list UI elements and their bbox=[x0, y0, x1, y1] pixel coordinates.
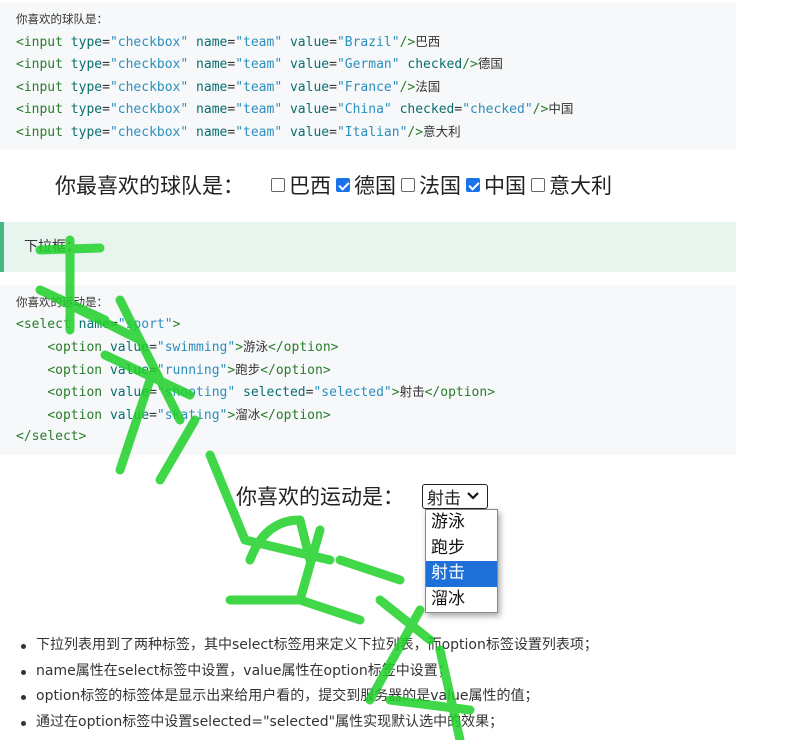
select-option[interactable]: 游泳 bbox=[426, 510, 497, 536]
checkbox-option[interactable]: 巴西 bbox=[266, 170, 331, 200]
checkbox-question: 你最喜欢的球队是： bbox=[55, 174, 244, 198]
code-line: <input type="checkbox" name="team" value… bbox=[16, 33, 441, 50]
code-line: <input type="checkbox" name="team" value… bbox=[16, 123, 461, 140]
code-line: <option value="swimming">游泳</option> bbox=[47, 339, 339, 355]
watermark-stroke bbox=[295, 525, 405, 625]
chevron-down-icon bbox=[467, 489, 479, 504]
select-option[interactable]: 跑步 bbox=[426, 536, 497, 562]
code-line: <select name="sport"> bbox=[16, 316, 181, 332]
code-block-select: 你喜欢的运动是： <select name="sport"> <option v… bbox=[0, 285, 736, 455]
code-line: <option value="running">跑步</option> bbox=[47, 361, 331, 378]
code-line: </select> bbox=[16, 429, 87, 444]
code-line: <option value="shooting" selected="selec… bbox=[47, 384, 496, 400]
select-dropdown-list: 游泳 跑步 射击 溜冰 bbox=[425, 509, 498, 613]
code-block-checkbox: 你喜欢的球队是： <input type="checkbox" name="te… bbox=[0, 2, 736, 149]
checkbox-option[interactable]: 中国 bbox=[461, 170, 526, 200]
code-line: 你喜欢的运动是： bbox=[16, 295, 108, 309]
notes-list: 下拉列表用到了两种标签，其中select标签用来定义下拉列表，而option标签… bbox=[0, 633, 598, 735]
code-line: <input type="checkbox" name="team" value… bbox=[16, 56, 503, 72]
checkbox-label: 中国 bbox=[484, 174, 526, 198]
watermark-stroke bbox=[205, 450, 335, 605]
checkbox-unchecked[interactable] bbox=[401, 178, 415, 192]
list-item: name属性在select标签中设置，value属性在option标签中设置； bbox=[21, 659, 598, 685]
select-option[interactable]: 溜冰 bbox=[426, 587, 497, 613]
checkbox-label: 意大利 bbox=[549, 174, 612, 198]
list-item: 下拉列表用到了两种标签，其中select标签用来定义下拉列表，而option标签… bbox=[21, 633, 598, 659]
checkbox-checked[interactable] bbox=[336, 178, 350, 192]
checkbox-option[interactable]: 法国 bbox=[396, 170, 461, 200]
list-item: 通过在option标签中设置selected="selected"属性实现默认选… bbox=[21, 710, 598, 736]
select-option[interactable]: 射击 bbox=[426, 561, 497, 587]
checkbox-demo: 你最喜欢的球队是： 巴西 德国 法国 中国 意大利 bbox=[55, 170, 612, 200]
code-line: <input type="checkbox" name="team" value… bbox=[16, 101, 574, 117]
code-line: <option value="skating">溜冰</option> bbox=[47, 406, 331, 423]
code-line: 你喜欢的球队是： bbox=[16, 12, 108, 26]
sport-select[interactable]: 射击 bbox=[422, 483, 488, 509]
select-question: 你喜欢的运动是： bbox=[236, 485, 404, 509]
watermark-stroke bbox=[245, 515, 315, 565]
checkbox-label: 法国 bbox=[419, 174, 461, 198]
checkbox-label: 巴西 bbox=[289, 174, 331, 198]
checkbox-option[interactable]: 德国 bbox=[331, 170, 396, 200]
checkbox-unchecked[interactable] bbox=[271, 178, 285, 192]
select-demo: 你喜欢的运动是： 射击 bbox=[236, 481, 488, 511]
checkbox-label: 德国 bbox=[354, 174, 396, 198]
checkbox-option[interactable]: 意大利 bbox=[526, 170, 612, 200]
select-value: 射击 bbox=[427, 488, 461, 509]
list-item: option标签的标签体是显示出来给用户看的，提交到服务器的是value属性的值… bbox=[21, 684, 598, 710]
checkbox-checked[interactable] bbox=[466, 178, 480, 192]
checkbox-options: 巴西 德国 法国 中国 意大利 bbox=[266, 170, 612, 200]
tip-dropdown-heading: 下拉框： bbox=[0, 222, 736, 272]
checkbox-unchecked[interactable] bbox=[531, 178, 545, 192]
code-line: <input type="checkbox" name="team" value… bbox=[16, 78, 441, 95]
